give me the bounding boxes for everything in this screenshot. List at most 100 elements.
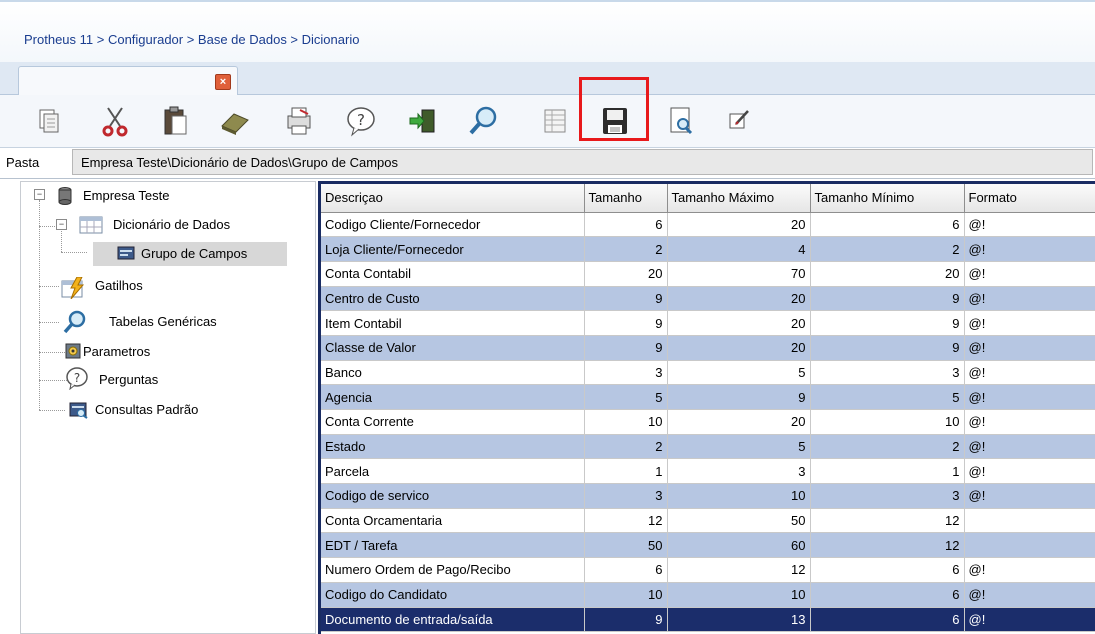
tree-label: Perguntas — [99, 372, 159, 387]
cut-icon[interactable] — [98, 104, 132, 138]
column-header-descricao[interactable]: Descriçao — [321, 184, 585, 213]
tree-label: Parametros — [83, 344, 151, 359]
cell-formato: @! — [964, 409, 1095, 435]
table-row[interactable]: Codigo de servico 3 10 3 @! — [321, 483, 1095, 509]
tree-item-grupo-campos[interactable]: Grupo de Campos — [93, 242, 287, 266]
table-row[interactable]: Documento de entrada/saída 9 13 6 @! — [321, 607, 1095, 633]
column-header-formato[interactable]: Formato — [964, 184, 1095, 213]
paste-icon[interactable] — [158, 104, 192, 138]
cell-tamanho-minimo: 6 — [810, 607, 965, 633]
collapse-root-toggle[interactable]: − — [34, 189, 45, 200]
cell-descricao: Parcela — [321, 458, 585, 485]
grid-icon[interactable] — [538, 104, 572, 138]
cell-tamanho-maximo: 3 — [667, 458, 811, 485]
cell-descricao: Classe de Valor — [321, 335, 585, 361]
print-icon[interactable] — [282, 104, 316, 138]
table-row[interactable]: Classe de Valor 9 20 9 @! — [321, 335, 1095, 361]
tree-connector — [39, 200, 40, 410]
table-row[interactable]: Numero Ordem de Pago/Recibo 6 12 6 @! — [321, 557, 1095, 583]
table-row[interactable]: Conta Contabil 20 70 20 @! — [321, 261, 1095, 287]
cell-formato: @! — [964, 582, 1095, 608]
edit-icon[interactable] — [722, 104, 756, 138]
cell-tamanho-minimo: 10 — [810, 409, 965, 435]
cell-tamanho: 9 — [584, 335, 668, 361]
table-row[interactable]: Loja Cliente/Fornecedor 2 4 2 @! — [321, 236, 1095, 262]
cell-tamanho-minimo: 20 — [810, 261, 965, 287]
cell-tamanho-maximo: 50 — [667, 508, 811, 534]
tree-item-consultas[interactable]: Consultas Padrão — [65, 398, 295, 422]
trigger-icon — [61, 276, 87, 300]
path-label: Pasta — [6, 155, 40, 170]
data-table: Descriçao Tamanho Tamanho Máximo Tamanho… — [321, 184, 1095, 633]
cell-tamanho: 6 — [584, 212, 668, 238]
cell-tamanho: 12 — [584, 508, 668, 534]
cell-tamanho-minimo: 3 — [810, 360, 965, 386]
svg-text:?: ? — [357, 111, 365, 129]
cell-formato — [964, 508, 1095, 534]
cell-tamanho: 9 — [584, 310, 668, 336]
document-tab[interactable]: × — [18, 66, 238, 95]
cell-descricao: Documento de entrada/saída — [321, 607, 585, 633]
tree-item-gatilhos[interactable]: Gatilhos — [61, 274, 261, 300]
cell-descricao: EDT / Tarefa — [321, 532, 585, 559]
cell-descricao: Banco — [321, 360, 585, 386]
search-icon — [63, 310, 87, 334]
table-row[interactable]: Agencia 5 9 5 @! — [321, 384, 1095, 410]
cell-descricao: Codigo de servico — [321, 483, 585, 509]
data-grid[interactable]: Descriçao Tamanho Tamanho Máximo Tamanho… — [318, 181, 1095, 634]
exit-icon[interactable] — [406, 104, 440, 138]
tree-item-perguntas[interactable]: ? Perguntas — [61, 367, 281, 392]
copy-icon[interactable] — [32, 104, 66, 138]
cell-tamanho: 2 — [584, 236, 668, 262]
cell-tamanho-maximo: 5 — [667, 360, 811, 386]
cell-tamanho-maximo: 10 — [667, 582, 811, 608]
tree-item-parametros[interactable]: Parametros — [61, 340, 281, 364]
cell-tamanho: 3 — [584, 483, 668, 509]
table-row[interactable]: Codigo Cliente/Fornecedor 6 20 6 @! — [321, 212, 1095, 238]
tree-label: Consultas Padrão — [95, 402, 199, 417]
tree-item-dicionario[interactable]: Dicionário de Dados — [79, 213, 299, 237]
tree-panel: − − Empresa Teste Dicionário de Dados Gr… — [20, 181, 316, 634]
collapse-dictionary-toggle[interactable]: − — [56, 219, 67, 230]
cell-formato: @! — [964, 458, 1095, 485]
cell-descricao: Estado — [321, 434, 585, 460]
table-row[interactable]: Item Contabil 9 20 9 @! — [321, 310, 1095, 336]
search-icon[interactable] — [466, 104, 500, 138]
table-row[interactable]: Conta Orcamentaria 12 50 12 — [321, 508, 1095, 534]
cell-descricao: Conta Corrente — [321, 409, 585, 435]
form-icon — [117, 245, 137, 263]
tree-item-empresa[interactable]: Empresa Teste — [57, 184, 297, 208]
table-row[interactable]: Codigo do Candidato 10 10 6 @! — [321, 582, 1095, 608]
cell-tamanho: 3 — [584, 360, 668, 386]
column-header-tamanho[interactable]: Tamanho — [584, 184, 668, 213]
cell-tamanho-maximo: 20 — [667, 310, 811, 336]
cell-formato: @! — [964, 261, 1095, 287]
table-row[interactable]: Estado 2 5 2 @! — [321, 434, 1095, 460]
cell-tamanho: 2 — [584, 434, 668, 460]
help-icon[interactable]: ? — [344, 104, 378, 138]
cell-tamanho-minimo: 6 — [810, 212, 965, 238]
parameters-icon — [65, 343, 81, 361]
table-row[interactable]: Conta Corrente 10 20 10 @! — [321, 409, 1095, 435]
cell-tamanho-minimo: 3 — [810, 483, 965, 509]
close-icon[interactable]: × — [215, 74, 231, 90]
table-row[interactable]: Parcela 1 3 1 @! — [321, 458, 1095, 485]
eraser-icon[interactable] — [218, 104, 252, 138]
column-header-tamanho-maximo[interactable]: Tamanho Máximo — [667, 184, 811, 213]
tree-connector — [61, 252, 87, 253]
column-header-tamanho-minimo[interactable]: Tamanho Mínimo — [810, 184, 965, 213]
cell-tamanho: 9 — [584, 607, 668, 633]
cell-tamanho-maximo: 10 — [667, 483, 811, 509]
cell-descricao: Codigo Cliente/Fornecedor — [321, 212, 585, 238]
table-row[interactable]: Centro de Custo 9 20 9 @! — [321, 286, 1095, 312]
header-row: Descriçao Tamanho Tamanho Máximo Tamanho… — [321, 184, 1095, 213]
preview-icon[interactable] — [664, 104, 698, 138]
cell-formato: @! — [964, 310, 1095, 336]
table-row[interactable]: EDT / Tarefa 50 60 12 — [321, 532, 1095, 559]
database-icon — [57, 187, 77, 205]
cell-formato: @! — [964, 384, 1095, 410]
cell-tamanho: 6 — [584, 557, 668, 583]
table-row[interactable]: Banco 3 5 3 @! — [321, 360, 1095, 386]
tree-item-tabelas[interactable]: Tabelas Genéricas — [61, 310, 301, 334]
tree-label: Grupo de Campos — [141, 246, 248, 261]
